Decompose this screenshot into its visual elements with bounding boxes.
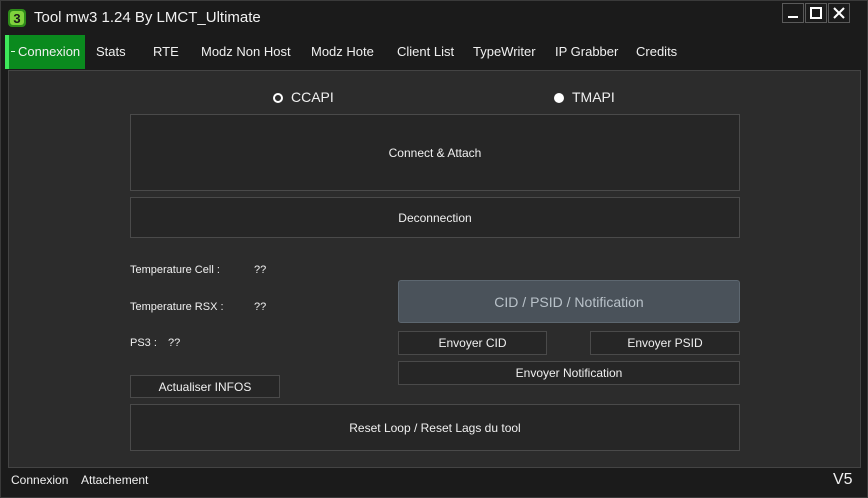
temp-cell-label: Temperature Cell : xyxy=(130,264,220,276)
tab-typewriter[interactable]: TypeWriter xyxy=(473,35,536,69)
ps3-label: PS3 : xyxy=(130,337,157,349)
tab-rte[interactable]: RTE xyxy=(153,35,179,69)
title-bar[interactable]: 3 Tool mw3 1.24 By LMCT_Ultimate xyxy=(1,1,867,34)
tab-connexion[interactable]: Connexion xyxy=(5,35,85,69)
send-psid-button[interactable]: Envoyer PSID xyxy=(590,331,740,355)
game-logo-icon: 3 xyxy=(8,9,26,27)
radio-label: TMAPI xyxy=(572,89,615,105)
temp-rsx-label: Temperature RSX : xyxy=(130,301,224,313)
ps3-value: ?? xyxy=(168,337,181,349)
maximize-button[interactable] xyxy=(805,3,827,23)
radio-tmapi[interactable]: TMAPI xyxy=(554,89,615,105)
tab-ip-grabber[interactable]: IP Grabber xyxy=(555,35,618,69)
close-icon xyxy=(833,7,845,19)
radio-label: CCAPI xyxy=(291,89,334,105)
active-marker xyxy=(11,51,15,52)
menu-bar: Connexion Stats RTE Modz Non Host Modz H… xyxy=(1,35,867,69)
radio-ccapi[interactable]: CCAPI xyxy=(273,89,334,105)
close-button[interactable] xyxy=(828,3,850,23)
reset-loop-button[interactable]: Reset Loop / Reset Lags du tool xyxy=(130,404,740,451)
version-label: V5 xyxy=(833,471,853,488)
minimize-button[interactable] xyxy=(782,3,804,23)
radio-selected-icon xyxy=(554,93,564,103)
tab-label: Connexion xyxy=(18,44,81,59)
minimize-icon xyxy=(788,16,798,18)
refresh-info-button[interactable]: Actualiser INFOS xyxy=(130,375,280,398)
send-cid-button[interactable]: Envoyer CID xyxy=(398,331,547,355)
disconnect-button[interactable]: Deconnection xyxy=(130,197,740,238)
svg-text:3: 3 xyxy=(13,11,20,26)
radio-unselected-icon xyxy=(273,93,283,103)
app-window: 3 Tool mw3 1.24 By LMCT_Ultimate Connexi… xyxy=(0,0,868,498)
connect-attach-button[interactable]: Connect & Attach xyxy=(130,114,740,191)
status-connexion: Connexion xyxy=(11,473,69,487)
tab-client-list[interactable]: Client List xyxy=(397,35,454,69)
status-attachement: Attachement xyxy=(81,473,149,487)
send-notification-button[interactable]: Envoyer Notification xyxy=(398,361,740,385)
temp-cell-value: ?? xyxy=(254,264,267,276)
tab-modz-non-host[interactable]: Modz Non Host xyxy=(201,35,291,69)
tab-credits[interactable]: Credits xyxy=(636,35,677,69)
cid-psid-notification-input[interactable] xyxy=(398,280,740,323)
temp-rsx-value: ?? xyxy=(254,301,267,313)
tab-modz-hote[interactable]: Modz Hote xyxy=(311,35,374,69)
window-title: Tool mw3 1.24 By LMCT_Ultimate xyxy=(34,9,261,26)
cid-psid-notification-field[interactable] xyxy=(399,280,739,323)
tab-stats[interactable]: Stats xyxy=(96,35,126,69)
maximize-icon xyxy=(810,7,822,19)
